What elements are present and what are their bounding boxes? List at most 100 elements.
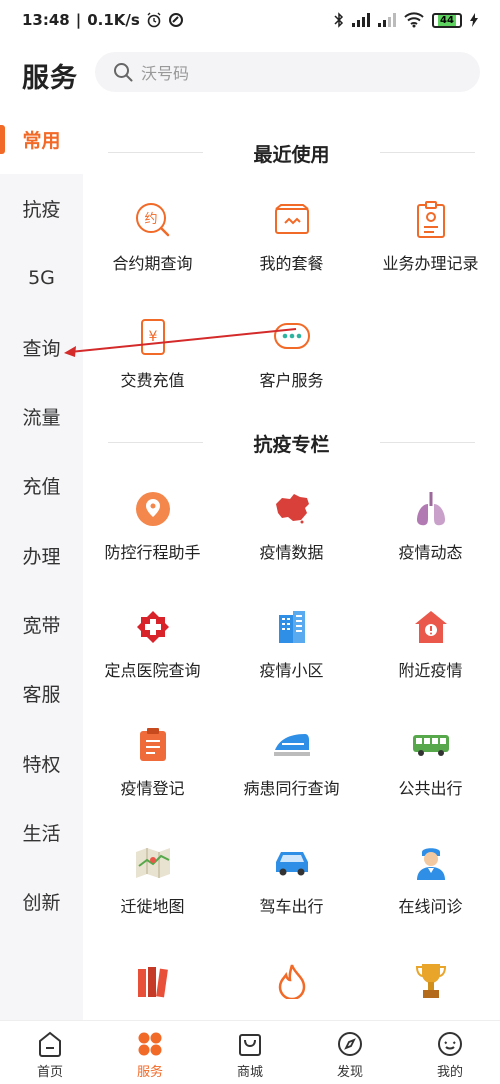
service-business-records[interactable]: 业务办理记录 [361,200,500,274]
sidebar-item-kefu[interactable]: 客服 [0,659,83,728]
sidebar-item-changyong[interactable]: 常用 [0,105,83,174]
tab-mine[interactable]: 我的 [400,1021,500,1084]
service-migration-map[interactable]: 迁徙地图 [83,843,222,917]
sidebar-item-chuangxin[interactable]: 创新 [0,867,83,936]
service-label: 公共出行 [398,779,463,798]
service-epidemic-news[interactable]: 疫情动态 [361,489,500,563]
service-patient-trip-query[interactable]: 病患同行查询 [222,725,361,799]
sidebar-item-label: 5G [28,266,55,289]
service-contract-query[interactable]: 约 合约期查询 [83,200,222,274]
status-bar: 13:48 | 0.1K/s 44 [0,0,500,40]
profile-icon [437,1031,463,1057]
service-books[interactable] [83,961,222,1001]
sidebar-item-5g[interactable]: 5G [0,243,83,312]
service-grid-icon [137,1031,163,1057]
sidebar-item-kangyi[interactable]: 抗疫 [0,174,83,243]
sidebar-item-label: 充值 [22,476,61,498]
service-label: 疫情登记 [120,779,185,798]
service-label: 疫情数据 [259,543,324,562]
service-label: 业务办理记录 [382,254,479,273]
service-public-transit[interactable]: 公共出行 [361,725,500,799]
sidebar-item-kuandai[interactable]: 宽带 [0,590,83,659]
service-label: 防控行程助手 [104,543,201,562]
service-hospital-query[interactable]: 定点医院查询 [83,607,222,681]
tab-mall[interactable]: 商城 [200,1021,300,1084]
tab-discover[interactable]: 发现 [300,1021,400,1084]
service-label: 病患同行查询 [243,779,340,798]
service-travel-assistant[interactable]: 防控行程助手 [83,489,222,563]
package-icon [272,200,312,240]
trophy-icon [411,961,451,1001]
service-label: 疫情小区 [259,661,324,680]
sidebar-item-label: 抗疫 [22,199,61,221]
sidebar-item-label: 宽带 [22,615,61,637]
signal-1-icon [352,13,370,27]
service-trophy[interactable] [361,961,500,1001]
svg-text:约: 约 [144,212,157,227]
search-placeholder: 沃号码 [141,64,190,83]
service-label: 附近疫情 [398,661,463,680]
status-separator: | [75,11,82,29]
service-flame[interactable] [222,961,361,1001]
network-speed: 0.1K/s [87,11,140,29]
service-nearby-epidemic[interactable]: 附近疫情 [361,607,500,681]
flame-icon [272,961,312,1001]
sidebar-item-tequan[interactable]: 特权 [0,729,83,798]
sidebar-item-shenghuo[interactable]: 生活 [0,798,83,867]
sidebar-item-label: 创新 [22,892,61,914]
sidebar-item-banli[interactable]: 办理 [0,521,83,590]
sidebar-item-label: 办理 [22,546,61,568]
bottom-tab-bar: 首页 服务 商城 发现 我的 [0,1020,500,1084]
sidebar-item-label: 客服 [22,684,61,706]
chat-icon [272,317,312,357]
contract-icon: 约 [133,200,173,240]
tab-service[interactable]: 服务 [100,1021,200,1084]
building-icon [272,607,312,647]
service-label: 迁徙地图 [120,897,185,916]
record-icon [411,200,451,240]
sidebar-item-chongzhi[interactable]: 充值 [0,451,83,520]
service-online-consultation[interactable]: 在线问诊 [361,843,500,917]
house-alert-icon [411,607,451,647]
clipboard-icon [133,725,173,765]
service-epidemic-data[interactable]: 疫情数据 [222,489,361,563]
search-input[interactable]: 沃号码 [95,52,480,92]
sidebar-item-label: 常用 [22,130,61,152]
service-label: 在线问诊 [398,897,463,916]
recharge-icon: ¥ [133,317,173,357]
svg-text:¥: ¥ [148,329,157,345]
service-recharge[interactable]: ¥ 交费充值 [83,317,222,391]
section-title-recent: 最近使用 [83,140,500,167]
service-label: 客户服务 [259,371,324,390]
service-my-package[interactable]: 我的套餐 [222,200,361,274]
tab-home[interactable]: 首页 [0,1021,100,1084]
doctor-icon [411,843,451,883]
service-label: 交费充值 [120,371,185,390]
service-epidemic-community[interactable]: 疫情小区 [222,607,361,681]
section-title-epidemic: 抗疫专栏 [83,430,500,457]
wifi-icon [404,12,424,28]
compass-icon [337,1031,363,1057]
battery-level: 44 [438,14,456,26]
sidebar-item-label: 查询 [22,338,61,360]
service-label: 合约期查询 [112,254,193,273]
service-label: 驾车出行 [259,897,324,916]
battery-icon: 44 [432,12,462,28]
service-content: 最近使用 约 合约期查询 我的套餐 业务办理记录 ¥ 交费充值 客户服务 抗疫专… [83,105,500,1020]
location-pin-icon [133,489,173,529]
sidebar-item-chaxun[interactable]: 查询 [0,313,83,382]
signal-2-icon [378,13,396,27]
service-customer-service[interactable]: 客户服务 [222,317,361,391]
sidebar-item-liuliang[interactable]: 流量 [0,382,83,451]
sidebar-item-label: 流量 [22,407,61,429]
service-label: 定点医院查询 [104,661,201,680]
data-saver-icon [168,13,183,27]
service-label: 疫情动态 [398,543,463,562]
china-map-icon [272,489,312,529]
status-time: 13:48 [22,11,70,29]
header: 服务 沃号码 [0,46,500,106]
car-icon [272,843,312,883]
service-epidemic-registration[interactable]: 疫情登记 [83,725,222,799]
service-driving[interactable]: 驾车出行 [222,843,361,917]
folded-map-icon [133,843,173,883]
